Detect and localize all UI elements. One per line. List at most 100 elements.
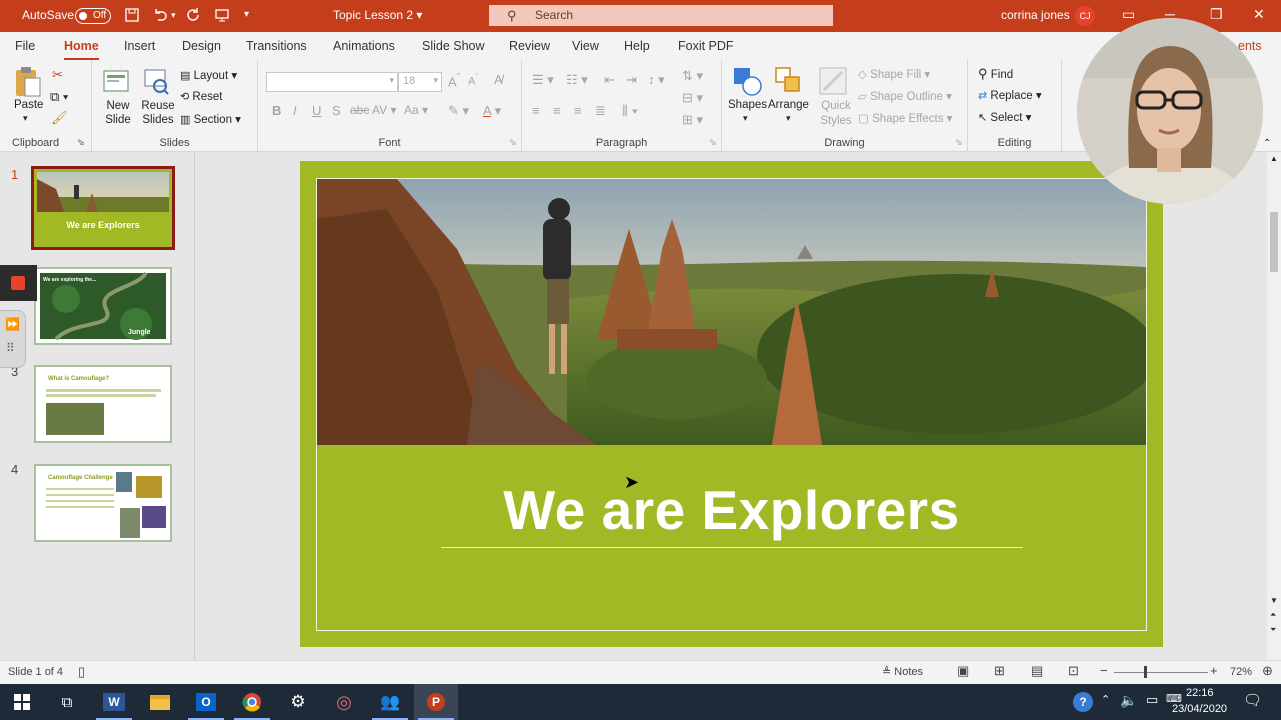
zoom-slider-thumb[interactable] bbox=[1144, 666, 1147, 678]
replace-button[interactable]: ⇄ Replace ▾ bbox=[978, 88, 1042, 102]
windows-start-icon[interactable] bbox=[0, 684, 44, 720]
shapes-button[interactable]: Shapes bbox=[728, 99, 767, 111]
font-size-input[interactable]: 18 ▾ bbox=[398, 72, 442, 92]
new-slide-icon[interactable] bbox=[102, 66, 132, 96]
tab-transitions[interactable]: Transitions bbox=[246, 39, 307, 53]
copy-icon[interactable]: ⧉ ▾ bbox=[50, 89, 68, 105]
reuse-slides-button[interactable]: Reuse Slides bbox=[141, 99, 175, 127]
help-question-icon[interactable]: ? bbox=[1073, 692, 1093, 712]
network-icon[interactable]: ▭ bbox=[1146, 692, 1158, 708]
section-button[interactable]: ▥ Section ▾ bbox=[180, 112, 241, 126]
search-box[interactable]: ⚲ Search bbox=[489, 5, 833, 26]
zoom-slider[interactable] bbox=[1114, 672, 1208, 673]
notes-button[interactable]: ≜ Notes bbox=[882, 665, 923, 678]
slideshow-view-icon[interactable]: ⊡ bbox=[1068, 663, 1079, 679]
align-left-icon[interactable]: ≡ bbox=[532, 103, 540, 118]
reset-button[interactable]: ⟲ Reset bbox=[180, 90, 222, 103]
scroll-thumb[interactable] bbox=[1270, 212, 1278, 272]
slide-thumbnail-3[interactable]: What is Camouflage? bbox=[34, 365, 172, 443]
word-app-icon[interactable]: W bbox=[92, 684, 136, 720]
tab-home[interactable]: Home bbox=[64, 39, 99, 60]
select-button[interactable]: ↖ Select ▾ bbox=[978, 110, 1031, 124]
zoom-in-icon[interactable]: + bbox=[1210, 663, 1218, 678]
bullets-icon[interactable]: ☰ ▾ bbox=[532, 72, 554, 88]
document-title[interactable]: Topic Lesson 2 ▾ bbox=[333, 8, 422, 22]
content-placeholder-frame[interactable] bbox=[316, 178, 1147, 631]
task-view-icon[interactable]: ⧉ bbox=[45, 684, 89, 720]
next-slide-icon[interactable]: ⏷ bbox=[1270, 625, 1276, 635]
font-launcher-icon[interactable]: ⬂ bbox=[509, 137, 517, 148]
quick-styles-button[interactable]: Quick Styles bbox=[817, 99, 855, 129]
chrome-app-icon[interactable] bbox=[230, 684, 274, 720]
slide-thumbnail-pane[interactable]: 1 We are Explorers 2 We are exploring th… bbox=[0, 152, 195, 660]
normal-view-icon[interactable]: ▣ bbox=[957, 663, 969, 679]
scroll-down-icon[interactable]: ▼ bbox=[1270, 596, 1278, 605]
slide-title[interactable]: We are Explorers bbox=[317, 478, 1146, 542]
autosave-toggle[interactable]: Off bbox=[75, 8, 111, 24]
powerpoint-app-icon[interactable]: P bbox=[414, 684, 458, 720]
shadow-icon[interactable]: S bbox=[332, 103, 341, 118]
paste-button[interactable]: Paste bbox=[14, 99, 43, 111]
shape-outline-button[interactable]: ▱ Shape Outline ▾ bbox=[858, 89, 952, 103]
align-center-icon[interactable]: ≡ bbox=[553, 103, 561, 118]
redo-icon[interactable] bbox=[186, 7, 202, 26]
quick-styles-icon[interactable] bbox=[818, 66, 848, 96]
tab-animations[interactable]: Animations bbox=[333, 39, 395, 53]
align-text-icon[interactable]: ⊟ ▾ bbox=[682, 90, 703, 106]
cut-icon[interactable]: ✂ bbox=[52, 67, 63, 83]
decrease-indent-icon[interactable]: ⇤ bbox=[604, 72, 615, 88]
format-painter-icon[interactable]: 🖌 bbox=[51, 110, 68, 126]
customize-qat-icon[interactable]: ▾ bbox=[244, 7, 249, 23]
recorder-app-icon[interactable]: ◎ bbox=[322, 684, 366, 720]
change-case-icon[interactable]: Aa ▾ bbox=[404, 103, 428, 117]
columns-icon[interactable]: ⫼ ▾ bbox=[622, 103, 638, 119]
present-icon[interactable] bbox=[214, 7, 230, 26]
drawing-launcher-icon[interactable]: ⬂ bbox=[955, 137, 963, 148]
scroll-up-icon[interactable]: ▲ bbox=[1270, 154, 1278, 163]
arrange-dropdown-icon[interactable]: ▾ bbox=[786, 113, 791, 124]
align-right-icon[interactable]: ≡ bbox=[574, 103, 582, 118]
maximize-icon[interactable]: ❐ bbox=[1210, 6, 1223, 23]
close-icon[interactable]: ✕ bbox=[1253, 6, 1265, 23]
clock-time[interactable]: 22:16 bbox=[1186, 687, 1214, 699]
numbering-icon[interactable]: ☷ ▾ bbox=[566, 72, 588, 88]
notifications-icon[interactable]: 🗨 bbox=[1243, 691, 1262, 709]
collapse-ribbon-icon[interactable]: ⌃ bbox=[1263, 138, 1271, 149]
text-direction-icon[interactable]: ⇅ ▾ bbox=[682, 68, 703, 84]
layout-button[interactable]: ▤ Layout ▾ bbox=[180, 68, 237, 82]
strikethrough-icon[interactable]: abc bbox=[350, 103, 369, 117]
tab-view[interactable]: View bbox=[572, 39, 599, 53]
previous-slide-icon[interactable]: ⏶ bbox=[1270, 610, 1276, 620]
ribbon-display-icon[interactable]: ▭ bbox=[1122, 6, 1135, 23]
increase-font-icon[interactable]: Aˆ bbox=[448, 72, 460, 89]
zoom-out-icon[interactable]: − bbox=[1100, 663, 1108, 678]
paragraph-launcher-icon[interactable]: ⬂ bbox=[709, 137, 717, 148]
save-icon[interactable] bbox=[124, 7, 140, 26]
undo-dropdown-icon[interactable]: ▾ bbox=[171, 7, 176, 23]
paste-dropdown-icon[interactable]: ▾ bbox=[23, 113, 28, 124]
tab-design[interactable]: Design bbox=[182, 39, 221, 53]
tab-file[interactable]: File bbox=[15, 39, 35, 53]
arrange-button[interactable]: Arrange bbox=[768, 99, 809, 111]
decrease-font-icon[interactable]: Aˇ bbox=[468, 72, 478, 88]
clock-date[interactable]: 23/04/2020 bbox=[1172, 703, 1227, 715]
character-spacing-icon[interactable]: AV ▾ bbox=[372, 103, 396, 117]
show-hidden-icons-icon[interactable]: ⌃ bbox=[1101, 693, 1110, 706]
paste-icon[interactable] bbox=[13, 66, 43, 97]
shape-fill-button[interactable]: ◇ Shape Fill ▾ bbox=[858, 67, 930, 81]
font-name-input[interactable]: ▾ bbox=[266, 72, 398, 92]
teams-people-icon[interactable]: 👥 bbox=[368, 684, 412, 720]
slide-thumbnail-2[interactable]: We are exploring the... Jungle bbox=[34, 267, 172, 345]
shapes-dropdown-icon[interactable]: ▾ bbox=[743, 113, 748, 124]
arrange-icon[interactable] bbox=[774, 66, 804, 96]
highlight-icon[interactable]: ✎ ▾ bbox=[448, 103, 469, 119]
tab-help[interactable]: Help bbox=[624, 39, 650, 53]
record-stop-button[interactable] bbox=[0, 265, 37, 301]
increase-indent-icon[interactable]: ⇥ bbox=[626, 72, 637, 88]
tab-review[interactable]: Review bbox=[509, 39, 550, 53]
outlook-app-icon[interactable]: O bbox=[184, 684, 228, 720]
zoom-level[interactable]: 72% bbox=[1230, 666, 1252, 678]
find-button[interactable]: ⚲ Find bbox=[978, 66, 1013, 82]
file-explorer-icon[interactable] bbox=[138, 684, 182, 720]
shape-effects-button[interactable]: ▢ Shape Effects ▾ bbox=[858, 111, 952, 125]
